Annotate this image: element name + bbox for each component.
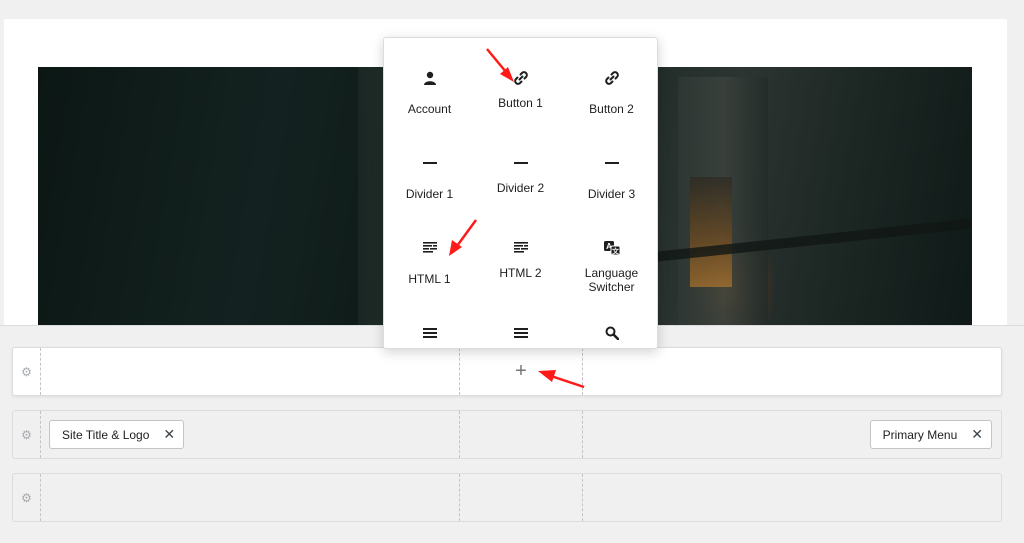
translate-icon: A文 [603,238,621,258]
svg-text:文: 文 [612,247,620,256]
element-button-1[interactable]: Button 1 [475,52,566,137]
header-row-main: ⚙ Site Title & Logo ✕ Primary Menu ✕ [12,410,1002,459]
add-element-popup: Account Button 1 Button 2 Divider 1 Divi… [383,37,658,349]
menu-icon [513,323,528,343]
element-search[interactable] [566,307,657,348]
zone-right[interactable] [583,348,1001,395]
zone-left[interactable]: Site Title & Logo ✕ [41,411,460,458]
add-element-button[interactable]: + [515,360,527,383]
element-label: Divider 1 [405,187,454,201]
row-settings-gear-icon[interactable]: ⚙ [13,411,41,458]
html-icon [422,238,438,258]
element-label: HTML 2 [499,266,542,280]
element-account[interactable]: Account [384,52,475,137]
link-icon [603,68,621,88]
header-row-bottom: ⚙ [12,473,1002,522]
element-label: Account [407,102,452,116]
user-icon [423,68,437,88]
zone-left[interactable] [41,474,460,521]
zone-center[interactable] [460,474,583,521]
zone-center[interactable]: + [460,348,583,395]
search-icon [605,323,619,343]
link-icon [512,68,530,88]
divider-icon [422,153,437,173]
element-divider-2[interactable]: Divider 2 [475,137,566,222]
divider-icon [604,153,619,173]
element-label: HTML 1 [408,272,451,286]
element-divider-1[interactable]: Divider 1 [384,137,475,222]
menu-icon [422,323,437,343]
header-row-top: ⚙ + [12,347,1002,396]
html-icon [513,238,529,258]
element-menu-1[interactable] [384,307,475,348]
element-label: Divider 2 [496,181,545,195]
element-label: Divider 3 [587,187,636,201]
primary-menu-chip[interactable]: Primary Menu ✕ [869,420,992,449]
element-menu-2[interactable] [475,307,566,348]
element-divider-3[interactable]: Divider 3 [566,137,657,222]
element-button-2[interactable]: Button 2 [566,52,657,137]
row-settings-gear-icon[interactable]: ⚙ [13,474,41,521]
element-html-1[interactable]: HTML 1 [384,222,475,307]
chip-label: Site Title & Logo [62,427,150,442]
element-language-switcher[interactable]: A文 Language Switcher [566,222,657,307]
site-title-logo-chip[interactable]: Site Title & Logo ✕ [49,420,185,449]
element-label: Button 1 [498,96,543,110]
remove-icon[interactable]: ✕ [163,426,175,443]
zone-right[interactable]: Primary Menu ✕ [583,411,1001,458]
element-label: Language Switcher [584,266,639,294]
row-settings-gear-icon[interactable]: ⚙ [13,348,41,395]
zone-center[interactable] [460,411,583,458]
remove-icon[interactable]: ✕ [971,426,983,443]
zone-right[interactable] [583,474,1001,521]
chip-label: Primary Menu [882,427,958,442]
element-label: Button 2 [589,102,634,116]
divider-icon [513,153,528,173]
zone-left[interactable] [41,348,460,395]
element-html-2[interactable]: HTML 2 [475,222,566,307]
